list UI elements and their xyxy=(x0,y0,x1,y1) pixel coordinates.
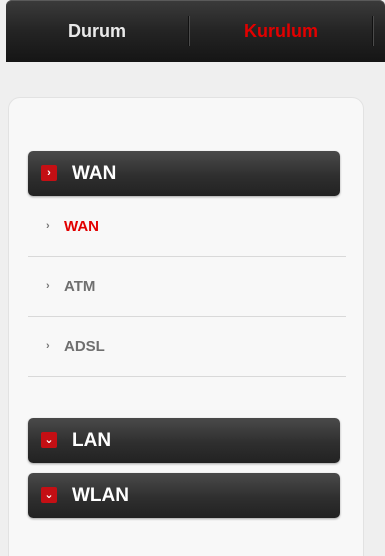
sidebar-item-label: ATM xyxy=(64,277,96,295)
section-wlan-label: WLAN xyxy=(72,484,129,506)
tab-kurulum-label: Kurulum xyxy=(244,20,318,41)
section-wan-header[interactable]: › WAN xyxy=(28,151,340,196)
sidebar-item-adsl[interactable]: › ADSL xyxy=(28,317,346,375)
chevron-right-icon: › xyxy=(46,220,50,232)
section-lan-header[interactable]: ⌄ LAN xyxy=(28,418,340,463)
collapse-chevron-icon: › xyxy=(41,165,57,181)
sidebar-item-wan[interactable]: › WAN xyxy=(28,197,346,255)
sidebar-item-label: ADSL xyxy=(64,337,105,355)
tab-kurulum[interactable]: Kurulum xyxy=(190,0,372,62)
expand-chevron-icon: ⌄ xyxy=(41,487,57,503)
sidebar-item-atm[interactable]: › ATM xyxy=(28,257,346,315)
expand-chevron-icon: ⌄ xyxy=(41,432,57,448)
section-lan-label: LAN xyxy=(72,429,112,451)
top-navigation-bar: Durum Kurulum xyxy=(6,0,385,62)
section-wan-label: WAN xyxy=(72,162,117,184)
sidebar-item-label: WAN xyxy=(64,217,99,235)
router-setup-page: Durum Kurulum › WAN › WAN › ATM › ADSL ⌄… xyxy=(0,0,385,556)
chevron-right-icon: › xyxy=(46,340,50,352)
section-wlan-header[interactable]: ⌄ WLAN xyxy=(28,473,340,518)
chevron-right-icon: › xyxy=(46,280,50,292)
tab-durum[interactable]: Durum xyxy=(6,0,188,62)
tab-durum-label: Durum xyxy=(68,20,126,41)
tab-separator xyxy=(372,16,373,46)
tab-separator xyxy=(188,16,189,46)
divider xyxy=(28,376,346,377)
